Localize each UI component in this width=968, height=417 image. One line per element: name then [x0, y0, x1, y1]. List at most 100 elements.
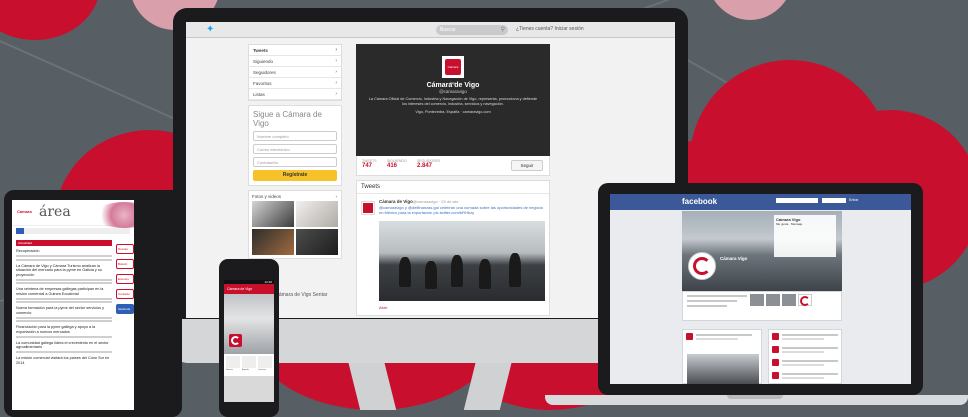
tweet-open-link[interactable]: Abrir [379, 305, 387, 310]
search-icon[interactable]: ⚲ [501, 25, 505, 35]
facebook-button[interactable]: facebook [116, 304, 134, 314]
profile-header: Cámara Vigo Cámara de Vigo @camaravigo L… [356, 44, 550, 156]
tab-label: Agenda [242, 369, 249, 371]
chevron-right-icon: › [335, 58, 337, 64]
status-time: 12:30 [264, 280, 272, 284]
photo-thumb[interactable] [766, 294, 780, 306]
photo-person [451, 255, 463, 287]
text-line [782, 338, 824, 340]
side-button-eventos[interactable]: Eventos [116, 274, 134, 284]
text-line [782, 351, 824, 353]
text-line [16, 320, 112, 322]
app-tab[interactable] [258, 356, 272, 368]
email-field[interactable]: Correo electrónico [253, 144, 337, 154]
activity-feed [768, 329, 842, 384]
nav-item-followers[interactable]: Seguidores › [249, 67, 341, 78]
facebook-topbar: facebook Entrar [610, 194, 911, 210]
feed-avatar [772, 346, 779, 353]
tweet-avatar[interactable] [361, 201, 375, 215]
article-headline[interactable]: La misión comercial visitará los países … [16, 356, 112, 365]
search-input[interactable]: Buscar ⚲ [436, 25, 508, 35]
email-input[interactable] [776, 198, 818, 203]
facebook-logo[interactable]: facebook [682, 197, 717, 206]
profile-location[interactable]: Vigo, Pontevedra, España · camaravigo.co… [356, 110, 550, 114]
tweet-photo[interactable] [379, 221, 545, 301]
area-nav[interactable] [16, 228, 130, 234]
feed-item[interactable] [772, 359, 838, 369]
article-headline[interactable]: La comunidad gallega lidera el crecimien… [16, 341, 112, 350]
home-icon[interactable] [16, 228, 24, 234]
text-line [782, 377, 824, 379]
password-field[interactable]: Contraseña [253, 157, 337, 167]
stat-following[interactable]: SIGUIENDO 416 [387, 159, 407, 169]
area-articles: Actualidad Recuperación La Cámara de Vig… [16, 240, 112, 365]
post-avatar[interactable] [686, 333, 693, 340]
signup-button[interactable]: Regístrate [253, 170, 337, 181]
login-link[interactable]: ¿Tienes cuenta? Iniciar sesión [516, 26, 584, 32]
cloud-top-left [0, 0, 100, 40]
media-thumb[interactable] [296, 229, 338, 255]
nav-item-lists[interactable]: Listas › [249, 89, 341, 100]
article-headline[interactable]: Nueva formación para la pyme del sector … [16, 306, 112, 315]
profile-picture[interactable] [688, 252, 716, 280]
follow-button[interactable]: Seguir [511, 160, 543, 171]
media-thumb[interactable] [252, 229, 294, 255]
facebook-page: facebook Entrar Cámara Vigo Me gusta · Me… [610, 194, 911, 384]
text-line [696, 334, 752, 336]
stat-followers[interactable]: SEGUIDORES 2.847 [417, 159, 440, 169]
stat-value: 2.847 [417, 163, 433, 169]
nav-item-tweets[interactable]: Tweets › [249, 45, 341, 56]
feed-avatar [772, 372, 779, 379]
profile-avatar[interactable]: Cámara Vigo [442, 56, 464, 85]
password-input[interactable] [822, 198, 846, 203]
page-name: Cámara Vigo [720, 256, 748, 261]
media-title[interactable]: Fotos y videos › [252, 194, 338, 199]
nav-label: Listas [253, 92, 265, 97]
feed-item[interactable] [772, 372, 838, 382]
app-tab[interactable] [226, 356, 240, 368]
text-line [16, 255, 112, 257]
twitter-left-column: Tweets › Siguiendo › Seguidores › Favoritos… [248, 44, 342, 298]
feed-item[interactable] [772, 346, 838, 356]
smartphone: 12:30 Cámara de Vigo Noticias Agenda Con… [219, 259, 279, 417]
logo-thumb[interactable] [798, 294, 812, 306]
nav-item-following[interactable]: Siguiendo › [249, 56, 341, 67]
side-button-boletin[interactable]: Boletín [116, 259, 134, 269]
profile-stats: TWEETS 747 SIGUIENDO 416 SEGUIDORES 2.847 S… [356, 156, 550, 176]
tweet-text: @camaravigo y @delfinanzas.gal celebran … [379, 205, 544, 215]
login-button[interactable]: Entrar [849, 198, 859, 202]
page-thumbnails [750, 294, 812, 306]
article-headline[interactable]: La Cámara de Vigo y Cámara Turismo anali… [16, 264, 112, 278]
side-button-dossier[interactable]: Dossier [116, 244, 134, 254]
nav-label: Seguidores [253, 70, 276, 75]
text-line [16, 351, 112, 353]
photo-person [479, 259, 491, 289]
text-line [782, 360, 838, 362]
nav-label: Tweets [253, 48, 268, 53]
app-tab[interactable] [242, 356, 256, 368]
media-thumb[interactable] [296, 201, 338, 227]
feed-item[interactable] [772, 333, 838, 343]
media-thumb[interactable] [252, 201, 294, 227]
post-photo[interactable] [687, 354, 759, 384]
laptop: facebook Entrar Cámara Vigo Me gusta · Me… [598, 183, 923, 395]
chevron-right-icon: › [335, 69, 337, 75]
text-line [16, 335, 112, 338]
text-line [687, 295, 747, 297]
text-line [16, 301, 112, 303]
article-headline[interactable]: Recuperación [16, 249, 112, 254]
photo-thumb[interactable] [782, 294, 796, 306]
nav-item-favorites[interactable]: Favoritos › [249, 78, 341, 89]
swirl-graphic [94, 202, 134, 228]
stat-value: 416 [387, 163, 398, 169]
status-bar: 12:30 [224, 280, 274, 284]
article-headline[interactable]: Financiación para la pyme gallega y apoy… [16, 325, 112, 334]
twitter-bird-icon[interactable]: ✦ [206, 25, 220, 35]
side-button-contacto[interactable]: Contacto [116, 289, 134, 299]
name-field[interactable]: Nombre completo [253, 131, 337, 141]
article-headline[interactable]: Una veintena de empresas gallegas partic… [16, 287, 112, 296]
nav-label: Favoritos [253, 81, 272, 86]
tweet-author[interactable]: Cámara de Vigo [379, 199, 413, 204]
photo-thumb[interactable] [750, 294, 764, 306]
stat-tweets[interactable]: TWEETS 747 [362, 159, 377, 169]
